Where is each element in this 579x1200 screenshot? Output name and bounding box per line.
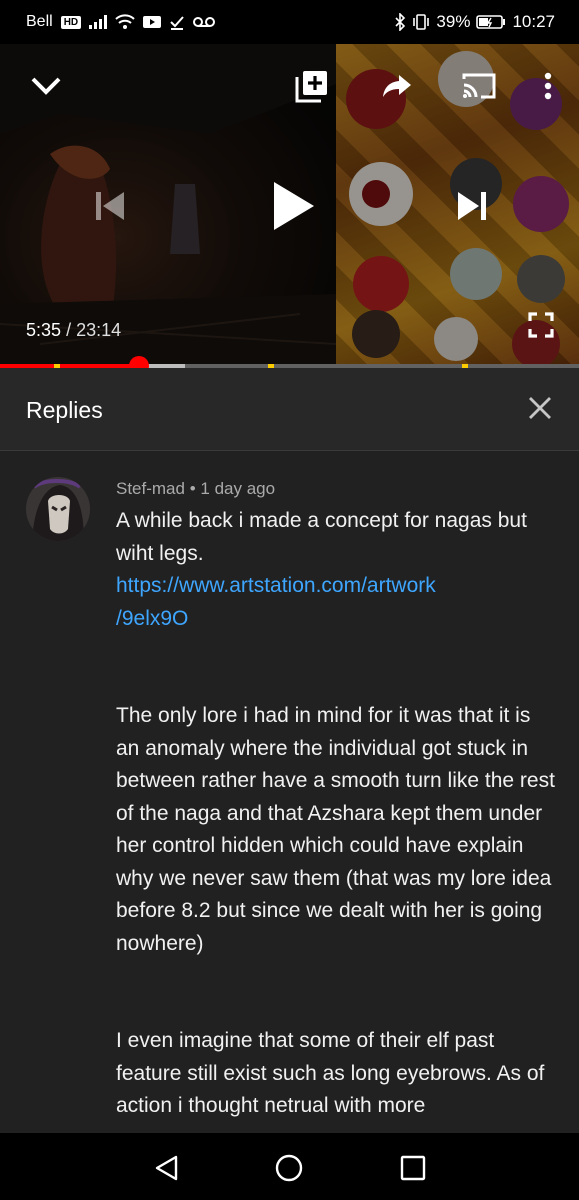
comment-text: A while back i made a concept for nagas … bbox=[116, 505, 556, 1123]
comment-link-part[interactable]: /9elx9O bbox=[116, 607, 188, 630]
more-vert-icon bbox=[544, 72, 552, 100]
fullscreen-button[interactable] bbox=[524, 308, 558, 342]
battery-charging-icon bbox=[476, 15, 506, 29]
recents-square-icon bbox=[400, 1155, 426, 1181]
wifi-icon bbox=[115, 14, 135, 29]
download-done-icon bbox=[170, 16, 184, 30]
video-player[interactable]: 5:35 / 23:14 bbox=[0, 44, 579, 367]
voicemail-icon bbox=[193, 17, 216, 27]
next-button[interactable] bbox=[450, 182, 494, 230]
signal-icon bbox=[89, 15, 108, 29]
chevron-down-icon bbox=[31, 77, 61, 95]
avatar[interactable] bbox=[26, 477, 90, 541]
comment-link-part[interactable]: https://www.artstation.com/artwork bbox=[116, 574, 436, 597]
hd-badge: HD bbox=[60, 15, 82, 29]
comment-author[interactable]: Stef-mad bbox=[116, 479, 185, 498]
skip-previous-icon bbox=[96, 192, 124, 220]
playback-time: 5:35 / 23:14 bbox=[26, 320, 121, 341]
current-time: 5:35 bbox=[26, 320, 62, 340]
collapse-button[interactable] bbox=[26, 66, 66, 106]
carrier-label: Bell bbox=[26, 13, 53, 30]
clock: 10:27 bbox=[512, 12, 555, 31]
nav-back-button[interactable] bbox=[152, 1153, 182, 1183]
nav-home-button[interactable] bbox=[274, 1153, 304, 1183]
meta-dot: • bbox=[189, 479, 196, 498]
total-time: 23:14 bbox=[76, 320, 122, 340]
system-nav-bar bbox=[0, 1133, 579, 1200]
cast-icon bbox=[462, 73, 496, 99]
comment-paragraph: A while back i made a concept for nagas … bbox=[116, 509, 527, 565]
share-icon bbox=[383, 75, 411, 97]
comment-meta: Stef-mad • 1 day ago bbox=[116, 479, 275, 499]
close-replies-button[interactable] bbox=[527, 395, 553, 421]
comment-item: Stef-mad • 1 day ago A while back i made… bbox=[0, 451, 579, 1133]
share-button[interactable] bbox=[376, 66, 418, 106]
comment-age: 1 day ago bbox=[200, 479, 276, 498]
comment-paragraph: I even imagine that some of their elf pa… bbox=[116, 1029, 545, 1117]
add-to-playlist-button[interactable] bbox=[292, 66, 332, 106]
comment-paragraph: The only lore i had in mind for it was t… bbox=[116, 704, 555, 955]
vibrate-icon bbox=[413, 14, 430, 30]
previous-button[interactable] bbox=[88, 182, 132, 230]
home-circle-icon bbox=[275, 1154, 303, 1182]
close-icon bbox=[529, 397, 551, 419]
status-bar: Bell HD 39% 10:27 bbox=[0, 0, 579, 44]
battery-percent: 39% bbox=[436, 12, 471, 31]
replies-title: Replies bbox=[26, 397, 103, 423]
more-options-button[interactable] bbox=[532, 66, 564, 106]
cast-button[interactable] bbox=[458, 66, 500, 106]
nav-recents-button[interactable] bbox=[398, 1153, 428, 1183]
playlist-add-icon bbox=[295, 71, 327, 103]
avatar-image bbox=[26, 477, 90, 541]
bluetooth-icon bbox=[395, 13, 406, 31]
replies-header: Replies bbox=[0, 368, 579, 451]
fullscreen-icon bbox=[528, 312, 554, 338]
play-icon bbox=[274, 182, 314, 230]
back-triangle-icon bbox=[155, 1155, 178, 1181]
youtube-notif-icon bbox=[143, 16, 162, 28]
skip-next-icon bbox=[458, 192, 486, 220]
comment-link[interactable]: https://www.artstation.com/artwork/9elx9… bbox=[116, 574, 436, 630]
play-button[interactable] bbox=[262, 170, 326, 242]
time-separator: / bbox=[66, 320, 72, 340]
